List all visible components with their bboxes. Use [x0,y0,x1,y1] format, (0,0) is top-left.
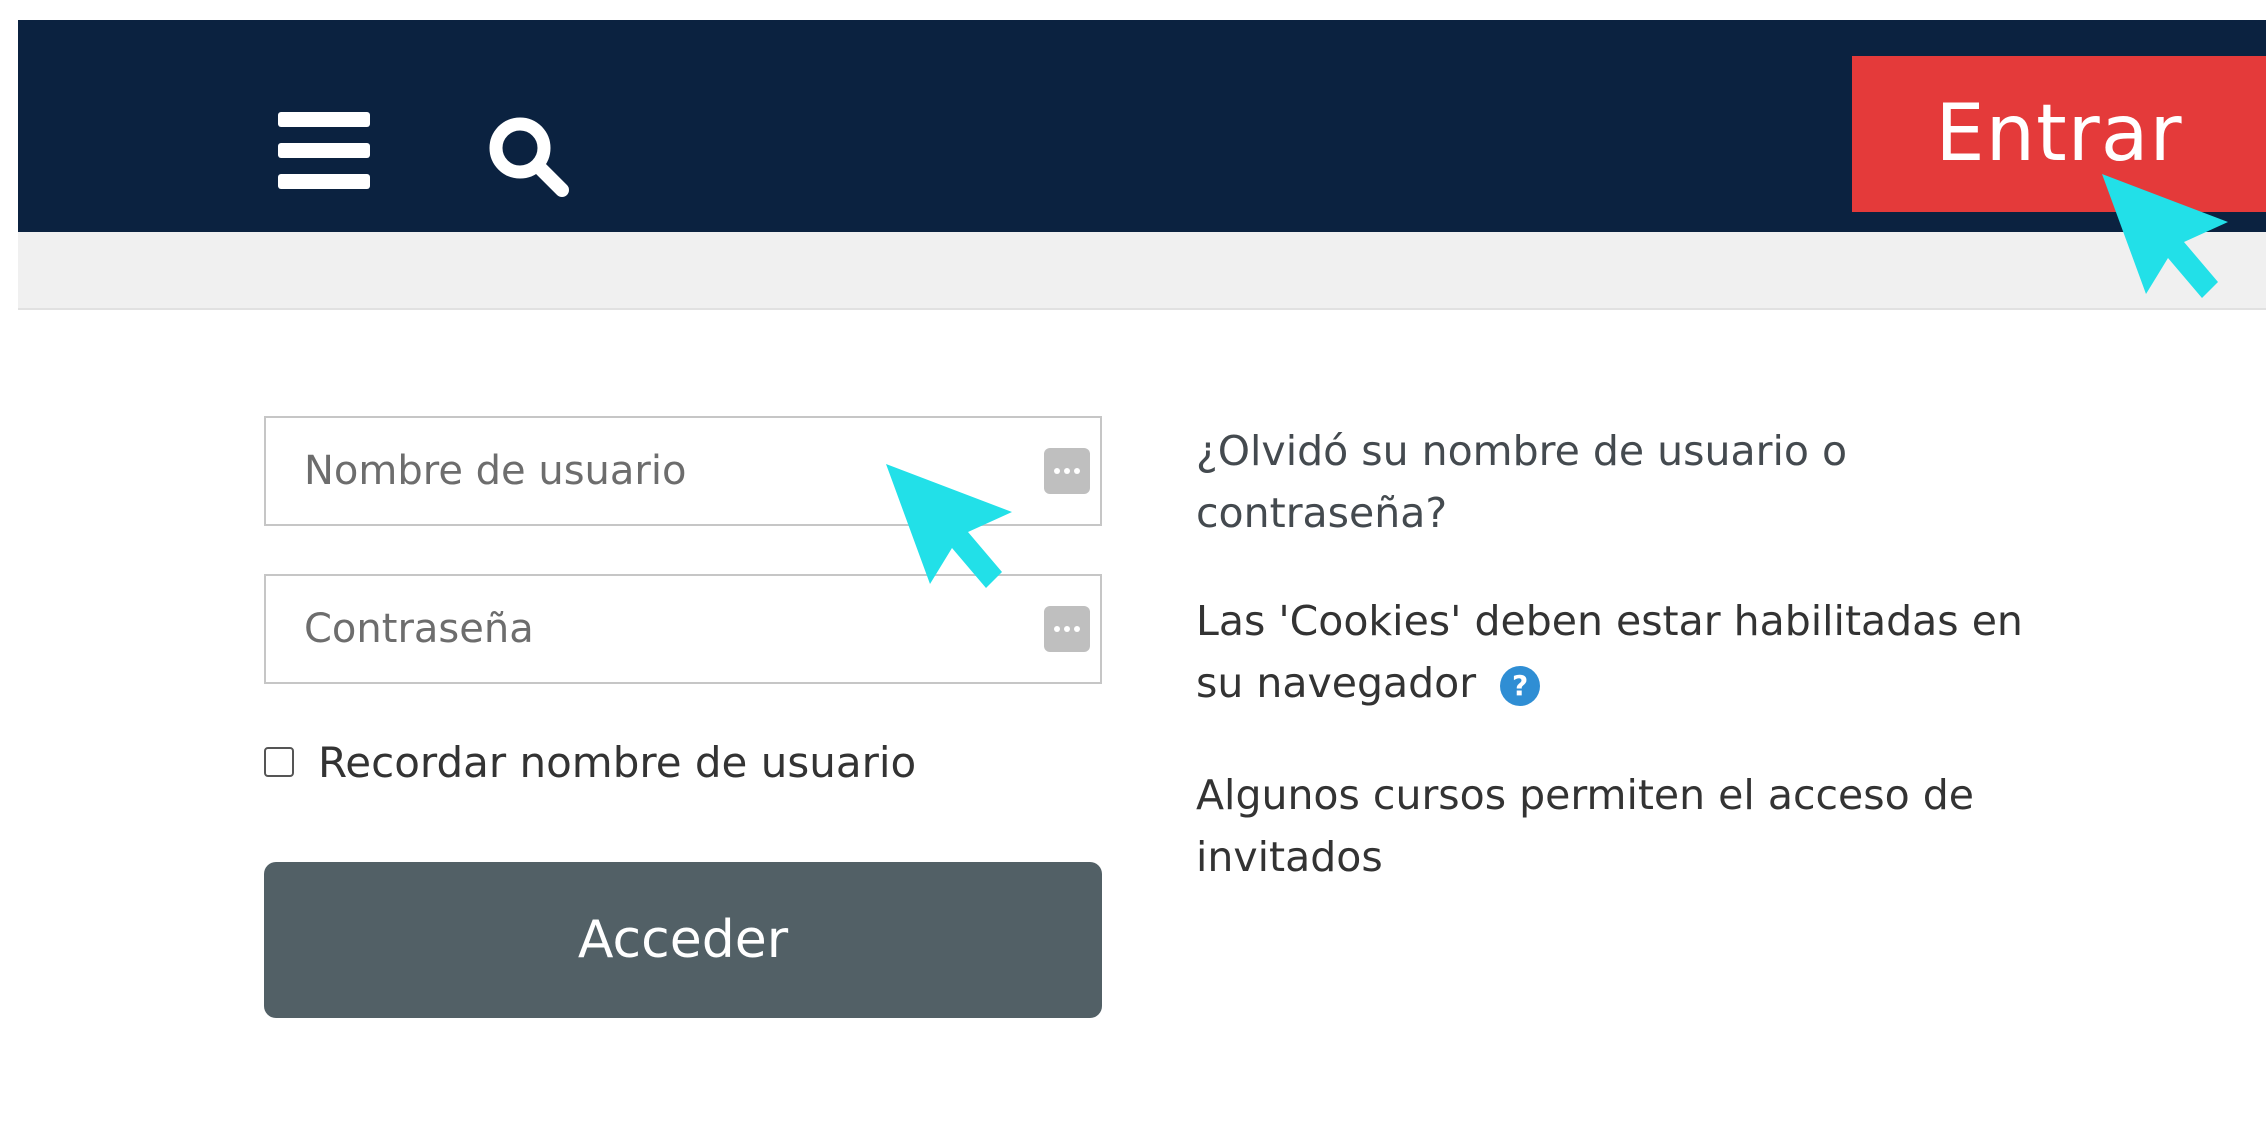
username-field[interactable] [264,416,1102,526]
help-icon[interactable]: ? [1500,666,1541,706]
guest-access-notice: Algunos cursos permiten el acceso de inv… [1196,771,1974,881]
password-input[interactable] [266,576,1100,682]
remember-username-row[interactable]: Recordar nombre de usuario [264,732,916,792]
page-header-strip [18,232,2266,310]
cookies-notice: Las 'Cookies' deben estar habilitadas en… [1196,590,2056,714]
password-manager-icon[interactable] [1044,606,1090,652]
remember-username-label[interactable]: Recordar nombre de usuario [318,738,916,787]
hamburger-menu-icon[interactable] [278,112,370,190]
login-link-button[interactable]: Entrar [1852,56,2266,212]
remember-username-checkbox[interactable] [264,747,294,777]
top-navbar: Entrar [18,20,2266,232]
page-frame: Entrar Recordar nombre de usuario Accede… [18,20,2266,1124]
login-submit-button[interactable]: Acceder [264,862,1102,1018]
search-icon-graphic [489,117,569,197]
cookies-notice-text: Las 'Cookies' deben estar habilitadas en… [1196,597,2023,707]
menu-bar-line [278,143,370,158]
password-manager-icon[interactable] [1044,448,1090,494]
search-icon[interactable] [480,108,576,204]
forgot-credentials-link[interactable]: ¿Olvidó su nombre de usuario o contraseñ… [1196,420,2056,544]
menu-bar-line [278,112,370,127]
menu-bar-line [278,174,370,189]
username-input[interactable] [266,418,1100,524]
password-field[interactable] [264,574,1102,684]
